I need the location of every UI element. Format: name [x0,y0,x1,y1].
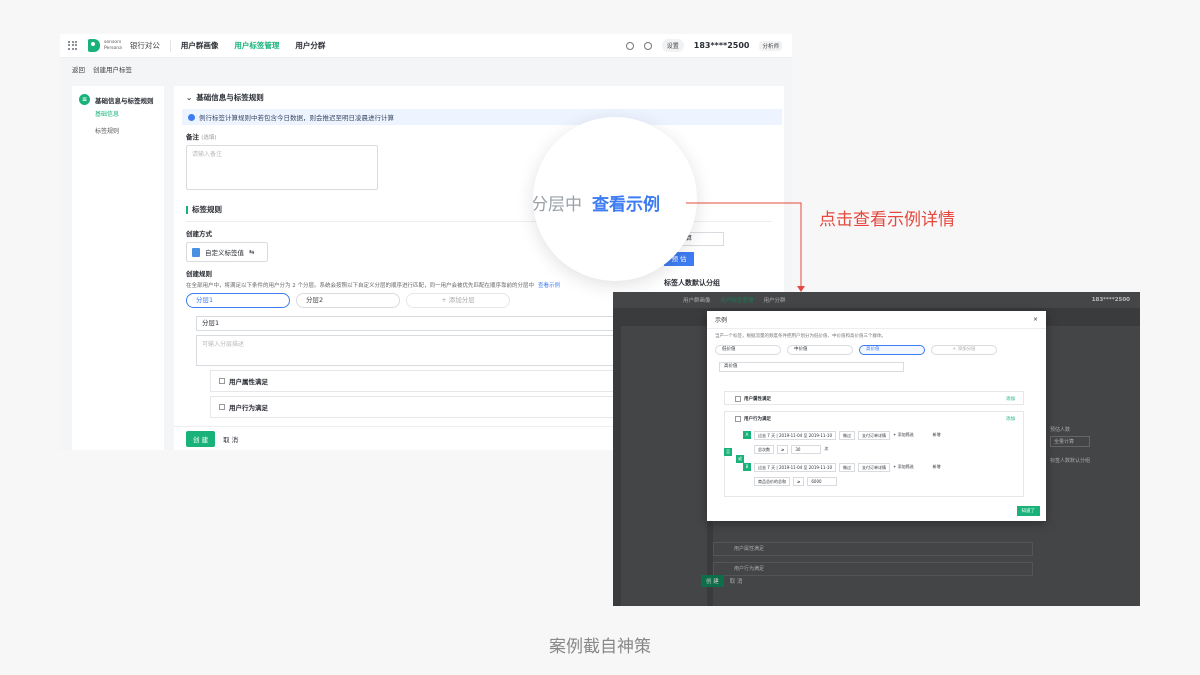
operator-select[interactable]: ≥ [793,476,805,486]
got-it-button[interactable]: 知道了 [1016,506,1040,516]
collapse-icon[interactable] [735,416,741,422]
collapse-icon[interactable] [735,396,741,402]
default-group-label: 标签人数默认分组 [1050,458,1091,464]
layer-name-input[interactable]: 高价值 [719,362,904,372]
metric-select[interactable]: 商品总价的总和 [754,476,790,486]
condition-tag-b: B [743,463,751,471]
layer-tab-low[interactable]: 低价值 [715,345,781,355]
example-modal: 示例 × 当产一个标签，根据流量的频度条件把用户划分为低价值、中价值和高价值三个… [707,311,1046,521]
value-input[interactable]: 6000 [807,476,838,486]
add-condition-button[interactable]: 添加 [1006,396,1015,402]
behavior-condition-2: B 过去 7 天 | 2019-11-04 至 2019-11-10 做过 支付… [743,462,941,472]
nav-user-segment: 用户分群 [763,298,786,304]
add-layer-button[interactable]: + 添加分层 [931,345,997,355]
add-condition-button[interactable]: 添加 [1006,416,1015,422]
condition-user-attr: 用户属性满足 [713,542,1033,556]
event-select[interactable]: 支付订单详情 [858,430,891,440]
condition-user-attr: 用户属性满足 添加 [724,391,1024,405]
condition-tag-a: A [743,431,751,439]
create-button: 创 建 [701,575,724,587]
date-range-select[interactable]: 过去 7 天 | 2019-11-04 至 2019-11-10 [754,462,837,472]
add-filter-button[interactable]: + 添加筛选 [893,432,914,438]
action-select[interactable]: 做过 [839,430,856,440]
behavior-condition-1-metric: 总次数 ≥ 30 次 [754,444,828,454]
annotation-text: 点击查看示例详情 [819,210,955,230]
estimate-label: 预估人数 [1050,427,1071,433]
layer-tab-mid[interactable]: 中价值 [787,345,853,355]
step-sidebar [621,326,707,606]
nav-user-portrait: 用户群画像 [683,298,711,304]
modal-intro: 当产一个标签，根据流量的频度条件把用户划分为低价值、中价值和高价值三个群体。 [715,334,886,339]
estimate-mode-select: 全量计算 [1050,436,1091,447]
user-phone: 183****2500 [1091,297,1130,303]
action-select[interactable]: 做过 [839,462,856,472]
cancel-button: 取 消 [729,579,743,585]
new-button[interactable]: 新增 [933,432,941,438]
close-icon[interactable]: × [1033,316,1038,323]
date-range-select[interactable]: 过去 7 天 | 2019-11-04 至 2019-11-10 [754,430,837,440]
condition-label: 用户行为满足 [744,417,771,422]
condition-label: 用户属性满足 [744,397,771,402]
add-filter-button[interactable]: + 添加筛选 [893,464,914,470]
unit-label: 次 [824,446,829,451]
behavior-condition-2-metric: 商品总价的总和 ≥ 6000 [754,476,838,486]
event-select[interactable]: 支付订单详情 [858,462,891,472]
value-input[interactable]: 30 [791,444,822,454]
operator-select[interactable]: ≥ [777,444,789,454]
and-tag: 且 [724,448,732,456]
new-button[interactable]: 新增 [933,464,941,470]
behavior-condition-1: A 过去 7 天 | 2019-11-04 至 2019-11-10 做过 支付… [743,430,941,440]
caption: 案例截自神策 [549,637,651,657]
metric-select[interactable]: 总次数 [754,444,774,454]
layer-tab-high[interactable]: 高价值 [859,345,925,355]
nav-tag-management: 用户标签管理 [720,298,754,304]
modal-title: 示例 [715,317,728,324]
